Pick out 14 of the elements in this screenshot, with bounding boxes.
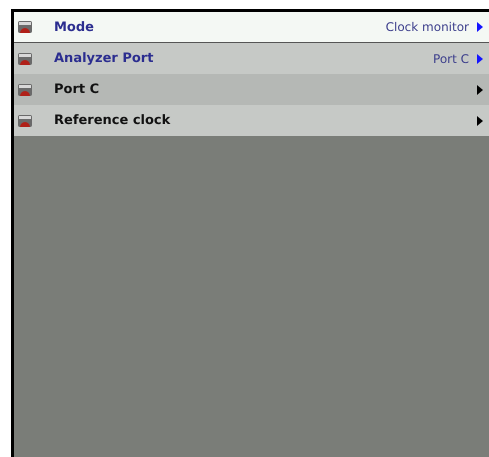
menu-item[interactable]: Mode Clock monitor — [14, 12, 489, 43]
arrow-icon — [477, 54, 483, 64]
arrow-icon — [477, 116, 483, 126]
menu-item[interactable]: Reference clock — [14, 105, 489, 136]
item-value: Port C — [433, 52, 469, 66]
arrow-icon — [477, 22, 483, 32]
arrow-icon — [477, 84, 483, 94]
item-value: Clock monitor — [386, 20, 469, 34]
item-label: Reference clock — [54, 113, 172, 128]
item-label: Analyzer Port — [54, 51, 154, 66]
menu-item[interactable]: Analyzer Port Port C — [14, 43, 489, 74]
item-label: Port C — [54, 82, 100, 97]
menu-item[interactable]: Port C — [14, 74, 489, 105]
item-label: Mode — [54, 20, 95, 34]
